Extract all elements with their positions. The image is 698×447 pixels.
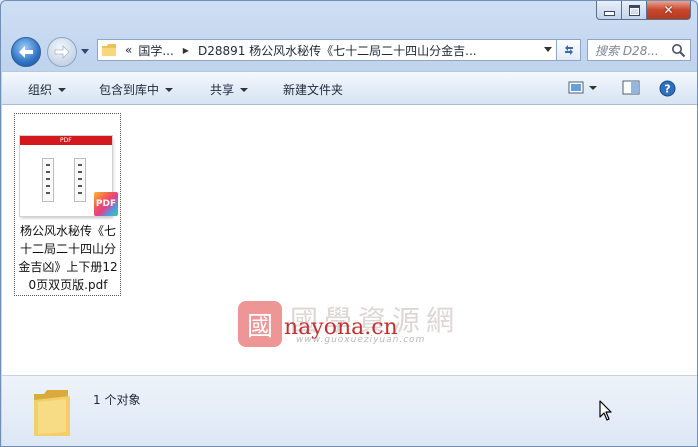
maximize-button[interactable] <box>622 1 647 20</box>
help-icon: ? <box>659 80 676 97</box>
file-list-pane[interactable]: PDF PDF 杨公风水秘传《七十二局二十四山分金吉凶》上下册120页双页版.p… <box>2 105 697 375</box>
watermark: 國 國學資源網 nayona.cn www.guoxueziyuan.com <box>238 301 498 351</box>
maximize-icon <box>628 4 640 16</box>
include-in-library-menu[interactable]: 包含到库中 <box>99 81 174 98</box>
navigation-bar: « 国学... ▶ D28891 杨公风水秘传《七十二局二十四山分金吉... 搜… <box>1 31 697 69</box>
chevron-down-icon <box>165 88 174 92</box>
help-button[interactable]: ? <box>659 80 676 100</box>
preview-pane-button[interactable] <box>622 80 640 99</box>
close-button[interactable]: ✕ <box>647 1 691 20</box>
minimize-icon <box>603 10 615 16</box>
refresh-icon <box>564 45 573 55</box>
thumbnail-header-band: PDF <box>20 136 112 145</box>
close-icon: ✕ <box>663 3 674 17</box>
mouse-cursor-icon <box>599 400 612 421</box>
new-folder-button[interactable]: 新建文件夹 <box>283 81 343 98</box>
thumbnail-page-left <box>42 158 54 202</box>
watermark-seal-icon: 國 <box>238 301 282 347</box>
back-button[interactable] <box>11 37 41 67</box>
caption-buttons: ✕ <box>596 1 691 20</box>
chevron-down-icon <box>58 88 67 92</box>
address-bar[interactable]: « 国学... ▶ D28891 杨公风水秘传《七十二局二十四山分金吉... <box>97 39 557 61</box>
organize-menu[interactable]: 组织 <box>28 81 67 98</box>
thumbnail-header-text: PDF <box>60 137 72 144</box>
pdf-app-icon: PDF <box>94 192 118 216</box>
breadcrumb-separator-icon[interactable]: ▶ <box>177 46 195 55</box>
view-options-icon <box>568 81 597 94</box>
details-pane: 1 个对象 <box>2 375 697 446</box>
svg-text:?: ? <box>664 83 670 96</box>
command-bar: 组织 包含到库中 共享 新建文件夹 ? <box>2 71 697 105</box>
breadcrumb-overflow[interactable]: « <box>122 43 135 57</box>
view-options-button[interactable] <box>568 80 598 99</box>
include-in-library-label: 包含到库中 <box>99 83 160 97</box>
preview-pane-icon <box>622 80 640 95</box>
share-menu[interactable]: 共享 <box>210 81 249 98</box>
explorer-window: ✕ « 国学... ▶ D28891 杨公风水秘传《七十二局二十四山分金吉... <box>0 0 698 447</box>
item-count-label: 1 个对象 <box>93 393 141 407</box>
search-icon[interactable] <box>671 43 686 58</box>
search-input[interactable]: 搜索 D28... <box>588 42 675 59</box>
folder-large-icon <box>34 390 70 436</box>
folder-icon <box>102 44 116 56</box>
forward-arrow-icon <box>54 45 70 59</box>
minimize-button[interactable] <box>596 1 622 20</box>
breadcrumb-item-current[interactable]: D28891 杨公风水秘传《七十二局二十四山分金吉... <box>195 42 480 59</box>
back-arrow-icon <box>19 46 33 58</box>
organize-label: 组织 <box>28 83 53 97</box>
refresh-button[interactable] <box>557 39 581 61</box>
thumbnail-page-right <box>74 158 86 202</box>
breadcrumb-item-guoxue[interactable]: 国学... <box>135 42 176 59</box>
file-name-label[interactable]: 杨公风水秘传《七十二局二十四山分金吉凶》上下册120页双页版.pdf <box>16 222 120 294</box>
watermark-url: www.guoxueziyuan.com <box>296 335 426 345</box>
file-item[interactable]: PDF PDF 杨公风水秘传《七十二局二十四山分金吉凶》上下册120页双页版.p… <box>14 113 121 296</box>
address-dropdown-icon[interactable] <box>544 47 552 52</box>
search-box[interactable]: 搜索 D28... <box>587 39 691 61</box>
share-label: 共享 <box>210 83 235 97</box>
recent-pages-dropdown-icon[interactable] <box>80 46 90 56</box>
chevron-down-icon <box>240 88 249 92</box>
forward-button[interactable] <box>47 37 77 67</box>
